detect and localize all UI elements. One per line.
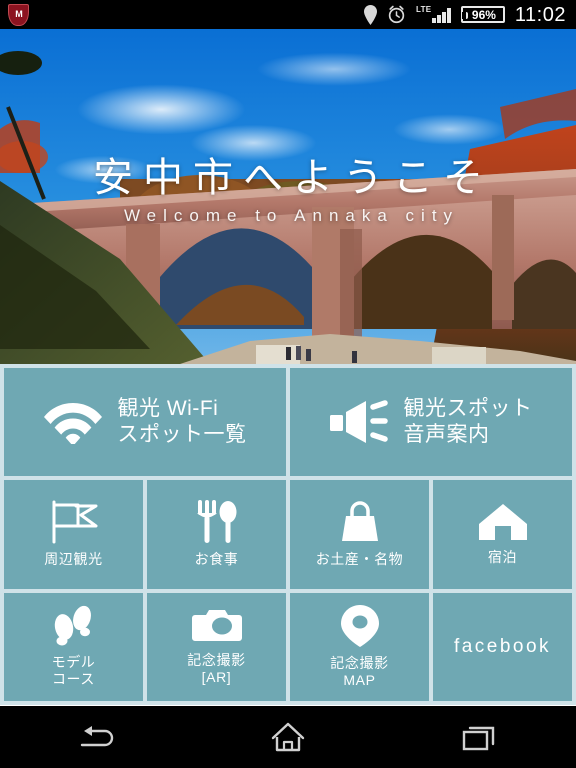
flag-icon <box>48 500 100 544</box>
tile-label: 宿泊 <box>487 549 518 566</box>
menu-row-secondary: 周辺観光 お食事 お土産・名物 宿泊 <box>4 480 572 589</box>
menu-row-primary: 観光 Wi-Fi スポット一覧 観光スポット 音声案内 <box>4 368 572 477</box>
camera-icon <box>191 607 243 645</box>
tile-label-line2: [AR] <box>201 669 232 686</box>
location-pin-icon <box>364 4 377 25</box>
speaker-icon <box>329 399 388 445</box>
tile-label-line2: コース <box>51 671 96 688</box>
home-icon <box>271 722 305 752</box>
status-bar-clock: 11:02 <box>514 3 566 26</box>
hero-banner[interactable]: 安中市へようこそ Welcome to Annaka city <box>0 29 576 364</box>
wifi-icon <box>43 400 102 445</box>
tile-label: お土産・名物 <box>315 551 404 568</box>
android-navigation-bar <box>0 705 576 768</box>
tile-dining[interactable]: お食事 <box>147 480 286 589</box>
menu-row-tertiary: モデル コース 記念撮影 [AR] 記念撮影 MAP facebook <box>4 592 572 701</box>
signal-bars-icon: LTE <box>416 6 451 23</box>
tile-facebook[interactable]: facebook <box>433 592 572 701</box>
tile-audio-guide[interactable]: 観光スポット 音声案内 <box>290 368 572 477</box>
home-button[interactable] <box>192 706 384 768</box>
status-bar: M LTE 96% 11:02 <box>0 0 576 29</box>
tile-label: 観光 Wi-Fi スポット一覧 <box>118 396 247 449</box>
alarm-clock-icon <box>388 5 405 24</box>
shopping-bag-icon <box>337 500 383 544</box>
house-icon <box>478 502 528 542</box>
cutlery-icon <box>194 500 240 544</box>
back-button[interactable] <box>0 706 192 768</box>
tile-label: 観光スポット 音声案内 <box>404 396 533 449</box>
network-type-label: LTE <box>416 5 432 14</box>
mcafee-shield-mark: M <box>8 3 29 26</box>
battery-status-badge: 96% <box>460 6 505 23</box>
mcafee-shield-icon: M <box>8 3 29 26</box>
tile-label-line1: 観光スポット <box>403 396 533 420</box>
menu-grid: 観光 Wi-Fi スポット一覧 観光スポット 音声案内 周辺観光 お食事 お土産… <box>0 364 576 705</box>
tile-label: 周辺観光 <box>44 551 103 568</box>
tile-label-line1: 観光 Wi-Fi <box>117 396 219 420</box>
tile-photo-map[interactable]: 記念撮影 MAP <box>290 592 429 701</box>
tile-label-line1: 記念撮影 <box>187 651 246 668</box>
tile-label-line2: MAP <box>343 672 376 689</box>
tile-label: 記念撮影 MAP <box>330 655 388 690</box>
map-pin-icon <box>340 604 380 648</box>
recents-icon <box>462 726 495 751</box>
footprints-icon <box>50 605 98 647</box>
recents-button[interactable] <box>384 706 576 768</box>
megane-bridge-illustration <box>0 51 576 364</box>
tile-label: 記念撮影 [AR] <box>187 652 245 687</box>
back-icon <box>80 726 114 747</box>
tile-souvenirs[interactable]: お土産・名物 <box>290 480 429 589</box>
tile-label-line2: 音声案内 <box>403 423 490 447</box>
tile-label-line1: モデル <box>51 653 96 670</box>
tile-sightseeing[interactable]: 周辺観光 <box>4 480 143 589</box>
phone-screen: M LTE 96% 11:02 安中市へようこそ Welcome to Anna… <box>0 0 576 768</box>
tile-label-line2: スポット一覧 <box>117 423 247 447</box>
tile-lodging[interactable]: 宿泊 <box>433 480 572 589</box>
tile-label: お食事 <box>194 551 239 568</box>
facebook-label: facebook <box>453 635 552 657</box>
tile-tourist-wifi-spots[interactable]: 観光 Wi-Fi スポット一覧 <box>4 368 286 477</box>
signal-strength-bars <box>432 8 451 23</box>
tile-label-line1: 記念撮影 <box>330 654 389 671</box>
tile-label: モデル コース <box>52 654 96 689</box>
tile-model-course[interactable]: モデル コース <box>4 592 143 701</box>
tile-ar-photo[interactable]: 記念撮影 [AR] <box>147 592 286 701</box>
status-bar-notifications: M <box>8 3 364 26</box>
status-bar-system-icons: LTE 96% 11:02 <box>364 3 566 26</box>
